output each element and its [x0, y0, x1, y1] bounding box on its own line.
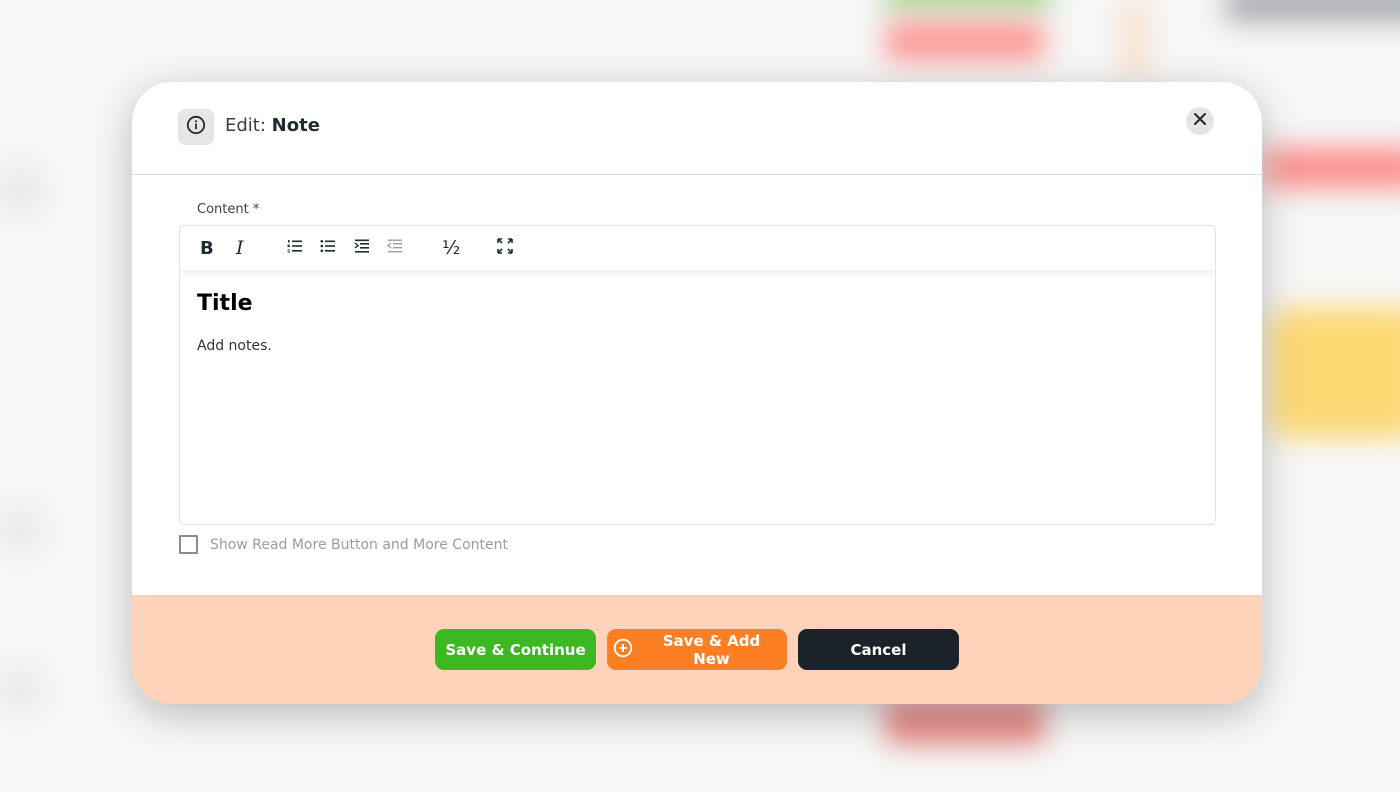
save-add-new-label: Save & Add New [662, 631, 761, 668]
background-blur [0, 510, 40, 550]
italic-button[interactable]: I [236, 236, 244, 260]
content-heading: Title [197, 291, 253, 316]
read-more-checkbox-label[interactable]: Show Read More Button and More Content [210, 537, 508, 553]
info-button[interactable] [178, 109, 214, 145]
cancel-button[interactable]: Cancel [798, 629, 959, 670]
modal-header: Edit: Note [132, 82, 1262, 175]
modal-title-prefix: Edit: [225, 115, 266, 136]
editor-toolbar: B I ½ [180, 226, 1215, 271]
fullscreen-icon [497, 237, 513, 259]
read-more-checkbox[interactable] [179, 535, 198, 554]
modal-title: Edit: Note [225, 115, 320, 136]
bold-button[interactable]: B [200, 236, 214, 260]
indent-icon [354, 238, 370, 259]
save-add-new-button[interactable]: Save & Add New [607, 629, 787, 670]
bullet-list-button[interactable] [320, 236, 336, 260]
fraction-button[interactable]: ½ [442, 236, 460, 260]
close-button[interactable] [1186, 107, 1214, 135]
background-blur [1125, 0, 1145, 80]
background-blur [1270, 308, 1400, 438]
outdent-button[interactable] [386, 236, 403, 260]
background-blur [1265, 148, 1400, 188]
ordered-list-icon [287, 238, 303, 259]
outdent-icon [386, 238, 403, 259]
background-blur [0, 170, 40, 210]
fullscreen-button[interactable] [497, 236, 513, 260]
modal-title-entity: Note [271, 115, 320, 136]
bullet-list-icon [320, 238, 336, 259]
background-blur [0, 670, 40, 710]
background-blur [885, 0, 1050, 10]
content-label: Content * [197, 202, 260, 217]
plus-circle-icon [613, 638, 633, 662]
indent-button[interactable] [354, 236, 370, 260]
ordered-list-button[interactable] [287, 236, 303, 260]
modal-footer: Save & Continue Save & Add New Cancel [132, 595, 1262, 704]
background-blur [1225, 0, 1400, 20]
edit-note-modal: Edit: Note Content * B I ½ Title Add not… [132, 82, 1262, 704]
background-blur [885, 22, 1045, 60]
info-circle-icon [186, 115, 206, 140]
editor-content-area[interactable]: Title Add notes. [180, 271, 1215, 374]
background-blur [885, 700, 1045, 745]
close-x-icon [1193, 112, 1207, 131]
content-paragraph: Add notes. [197, 338, 272, 354]
rich-text-editor: B I ½ Title Add notes. [179, 225, 1216, 525]
read-more-option: Show Read More Button and More Content [179, 535, 508, 554]
save-continue-button[interactable]: Save & Continue [435, 629, 596, 670]
